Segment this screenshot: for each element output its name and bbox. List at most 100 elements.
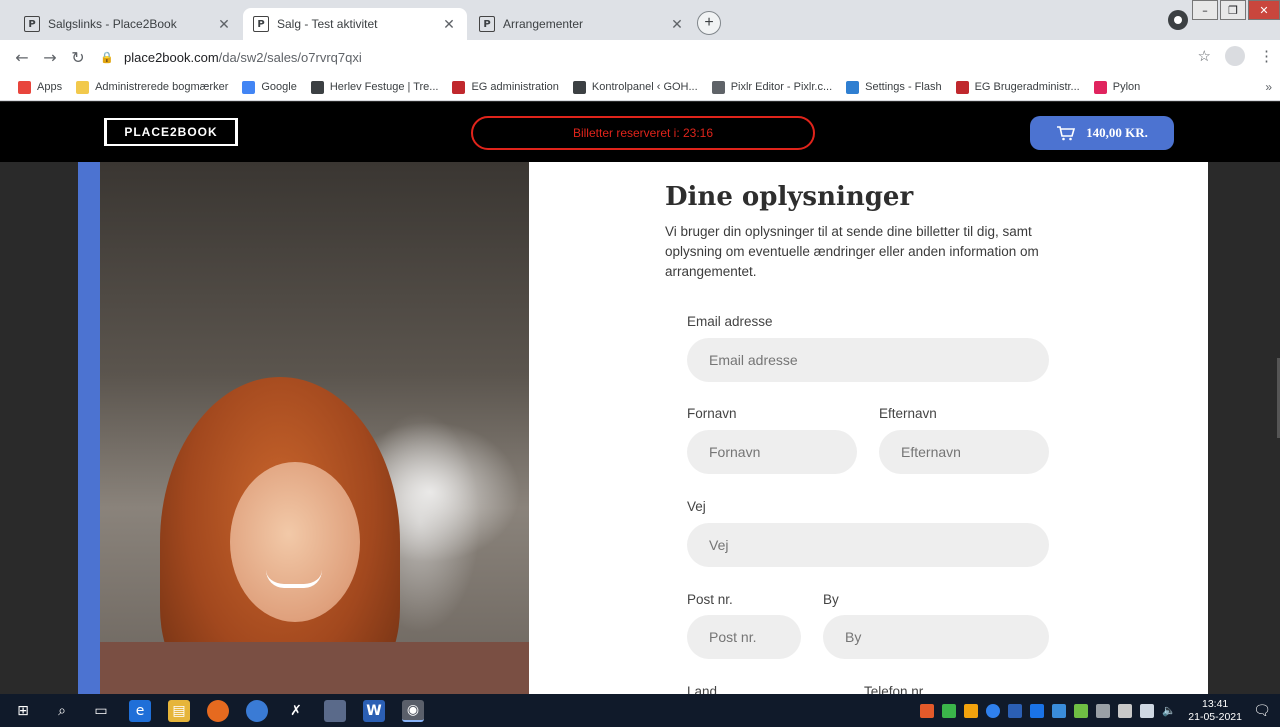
email-input[interactable] <box>687 338 1049 382</box>
volume-muted-icon[interactable]: 🔈 <box>1162 704 1176 718</box>
close-tab-icon[interactable]: ✕ <box>441 16 457 33</box>
tray-sync-icon[interactable] <box>986 703 1001 718</box>
bookmark-item[interactable]: Kontrolpanel ‹ GOH... <box>572 80 698 94</box>
book-icon <box>310 80 324 94</box>
eg-icon <box>452 80 466 94</box>
lastname-label: Efternavn <box>879 406 937 421</box>
firstname-input[interactable] <box>687 430 857 474</box>
back-arrow-icon[interactable]: ← <box>8 48 36 67</box>
app-swirl-icon[interactable] <box>246 699 268 722</box>
star-bookmark-icon[interactable]: ☆ <box>1198 47 1211 65</box>
tray-word-icon[interactable] <box>1008 703 1023 718</box>
place2book-logo[interactable]: PLACE2BOOK <box>104 118 238 146</box>
wifi-signal-icon[interactable] <box>1118 703 1133 718</box>
zip-label: Post nr. <box>687 592 733 607</box>
reservation-timer: Billetter reserveret i: 23:16 <box>471 116 815 150</box>
app-network-icon[interactable] <box>324 699 346 722</box>
shopping-cart-icon <box>1057 126 1076 141</box>
bookmark-item[interactable]: Herlev Festuge | Tre... <box>310 80 438 94</box>
windows-taskbar: ⊞ ⌕ ▭ e ▤ ✗ W ◉ 🔈 13:41 21-05-2021 🗨 <box>0 694 1280 727</box>
app-x-icon[interactable]: ✗ <box>285 700 307 722</box>
browser-tab-salg[interactable]: P Salg - Test aktivitet ✕ <box>243 8 467 40</box>
bookmark-label: Apps <box>37 81 63 93</box>
street-label: Vej <box>687 499 706 514</box>
tray-onedrive-icon[interactable] <box>1074 703 1089 718</box>
bookmark-label: EG administration <box>471 81 559 93</box>
checkout-page: Dine oplysninger Vi bruger din oplysning… <box>0 162 1280 699</box>
pixlr-icon <box>711 80 725 94</box>
place2book-favicon-icon: P <box>479 16 495 32</box>
bookmark-item[interactable]: Pixlr Editor - Pixlr.c... <box>711 80 832 94</box>
bookmarks-bar: Apps Administrerede bogmærker Google Herlev… <box>0 74 1280 101</box>
city-input[interactable] <box>823 615 1049 659</box>
bookmark-label: Settings - Flash <box>865 81 942 93</box>
cart-button[interactable]: 140,00 KR. <box>1030 116 1174 150</box>
word-icon[interactable]: W <box>363 699 385 722</box>
browser-tab-arrangementer[interactable]: P Arrangementer ✕ <box>469 8 695 40</box>
display-icon[interactable] <box>1140 703 1155 718</box>
account-avatar-icon[interactable] <box>1225 46 1245 66</box>
file-explorer-icon[interactable]: ▤ <box>168 699 190 722</box>
clock-date: 21-05-2021 <box>1188 710 1242 723</box>
taskbar-clock[interactable]: 13:41 21-05-2021 <box>1188 698 1242 724</box>
minimize-button[interactable]: – <box>1192 0 1218 20</box>
reload-icon[interactable]: ↻ <box>64 48 92 67</box>
close-tab-icon[interactable]: ✕ <box>216 16 232 33</box>
form-description: Vi bruger din oplysninger til at sende d… <box>665 224 1039 279</box>
email-label: Email adresse <box>687 314 773 329</box>
pylon-icon <box>1093 80 1107 94</box>
street-input[interactable] <box>687 523 1049 567</box>
edge-icon[interactable]: e <box>129 699 151 722</box>
bookmark-item[interactable]: Apps <box>18 80 63 94</box>
tray-office-icon[interactable] <box>964 703 979 718</box>
bookmark-label: Administrerede bogmærker <box>95 81 229 93</box>
bookmark-label: EG Brugeradministr... <box>974 81 1080 93</box>
window-controls: – ❐ ✕ <box>1190 0 1280 22</box>
search-icon[interactable]: ⌕ <box>51 700 73 722</box>
bluetooth-icon[interactable] <box>1030 703 1045 718</box>
browser-tab-salgslinks[interactable]: P Salgslinks - Place2Book ✕ <box>14 8 242 40</box>
bookmark-item[interactable]: EG administration <box>452 80 559 94</box>
close-window-button[interactable]: ✕ <box>1248 0 1280 20</box>
new-tab-button[interactable]: + <box>697 11 721 35</box>
bookmark-item[interactable]: Pylon <box>1093 80 1141 94</box>
lastname-input[interactable] <box>879 430 1049 474</box>
bookmarks-overflow-icon[interactable]: » <box>1265 80 1272 94</box>
tray-network-icon[interactable] <box>1052 703 1067 718</box>
tray-app-icon[interactable] <box>920 703 935 718</box>
tray-shield-icon[interactable] <box>942 703 957 718</box>
photo-face <box>230 462 360 622</box>
bookmark-item[interactable]: Settings - Flash <box>846 80 942 94</box>
task-view-icon[interactable]: ▭ <box>90 700 112 722</box>
browser-profile-icon[interactable] <box>1168 10 1188 30</box>
zip-input[interactable] <box>687 615 801 659</box>
maximize-button[interactable]: ❐ <box>1220 0 1246 20</box>
google-icon <box>242 80 256 94</box>
page-right-margin <box>1208 162 1280 694</box>
firefox-icon[interactable] <box>207 699 229 722</box>
place2book-favicon-icon: P <box>24 16 40 32</box>
forward-arrow-icon[interactable]: → <box>36 48 64 67</box>
toolbar-right: ☆ ⋮ <box>1198 46 1274 66</box>
windows-start-icon[interactable]: ⊞ <box>12 700 34 722</box>
notifications-icon[interactable]: 🗨 <box>1252 701 1272 721</box>
apps-grid-icon <box>18 80 31 94</box>
bookmark-item[interactable]: Google <box>242 80 297 94</box>
tab-title: Arrangementer <box>503 17 584 31</box>
bookmark-item[interactable]: EG Brugeradministr... <box>955 80 1080 94</box>
bookmark-item[interactable]: Administrerede bogmærker <box>76 80 229 94</box>
tray-battery-icon[interactable] <box>1096 703 1111 718</box>
wordpress-icon <box>572 80 586 94</box>
cart-amount: 140,00 KR. <box>1086 125 1148 140</box>
address-bar[interactable]: 🔒 place2book.com /da/sw2/sales/o7rvrq7qx… <box>100 43 1200 71</box>
url-path: /da/sw2/sales/o7rvrq7qxi <box>218 49 362 65</box>
customer-info-form: Dine oplysninger Vi bruger din oplysning… <box>529 162 1208 699</box>
close-tab-icon[interactable]: ✕ <box>669 16 685 33</box>
site-header: PLACE2BOOK Billetter reserveret i: 23:16… <box>0 102 1280 162</box>
chrome-icon[interactable]: ◉ <box>402 699 424 722</box>
bookmark-label: Pylon <box>1112 81 1141 93</box>
menu-kebab-icon[interactable]: ⋮ <box>1259 47 1274 65</box>
tab-title: Salg - Test aktivitet <box>277 17 378 31</box>
browser-toolbar: ← → ↻ 🔒 place2book.com /da/sw2/sales/o7r… <box>0 40 1280 74</box>
system-tray: 🔈 13:41 21-05-2021 🗨 <box>912 694 1280 727</box>
